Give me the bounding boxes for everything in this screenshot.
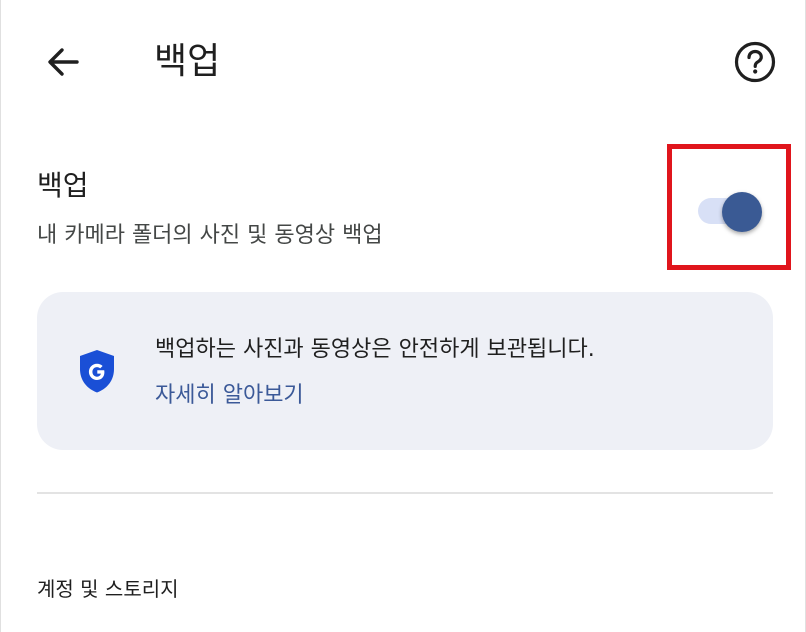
- backup-settings-screen: 백업 백업 내 카메라 폴더의 사진 및 동영상 백업 백업하는 사진과 동영상…: [0, 0, 806, 632]
- backup-setting-title: 백업: [37, 169, 89, 202]
- info-card-message: 백업하는 사진과 동영상은 안전하게 보관됩니다.: [155, 337, 595, 362]
- section-label-account-storage: 계정 및 스토리지: [37, 577, 179, 601]
- arrow-left-icon: [48, 48, 79, 76]
- backup-toggle[interactable]: [698, 192, 770, 232]
- page-title: 백업: [154, 41, 221, 82]
- info-card: 백업하는 사진과 동영상은 안전하게 보관됩니다. 자세히 알아보기: [37, 292, 773, 450]
- toggle-thumb: [722, 192, 762, 232]
- help-button[interactable]: [729, 36, 781, 88]
- backup-setting-description: 내 카메라 폴더의 사진 및 동영상 백업: [37, 223, 383, 248]
- learn-more-link[interactable]: 자세히 알아보기: [155, 380, 304, 412]
- help-circle-icon: [734, 41, 776, 83]
- back-button[interactable]: [37, 36, 89, 88]
- google-shield-icon: [80, 350, 114, 393]
- section-divider: [37, 492, 773, 494]
